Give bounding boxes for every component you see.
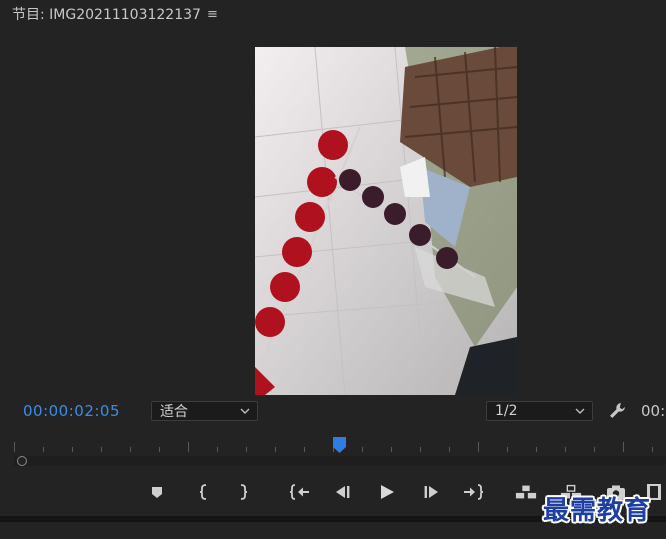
zoom-scroll-handle[interactable]	[17, 456, 27, 466]
program-monitor-video-frame[interactable]	[255, 47, 517, 395]
playhead[interactable]	[332, 436, 348, 454]
step-back-button[interactable]	[332, 483, 354, 501]
mark-out-button[interactable]	[232, 483, 254, 501]
fit-zoom-value: 适合	[160, 404, 188, 420]
duration-timecode: 00:	[641, 402, 666, 420]
go-to-in-icon	[289, 484, 309, 500]
current-timecode[interactable]: 00:00:02:05	[23, 402, 120, 420]
play-button[interactable]	[376, 483, 398, 501]
add-marker-icon	[152, 487, 162, 498]
add-marker-button[interactable]	[146, 483, 168, 501]
zoom-scrollbar[interactable]	[14, 456, 666, 466]
program-monitor-title[interactable]: 节目: IMG20211103122137	[12, 4, 201, 24]
fit-zoom-select[interactable]: 适合	[151, 401, 258, 421]
chevron-down-icon	[240, 408, 250, 414]
panel-header: 节目: IMG20211103122137 ≡	[12, 4, 218, 24]
lift-button[interactable]	[515, 483, 537, 501]
play-icon	[381, 485, 394, 499]
step-back-icon	[336, 486, 350, 498]
go-to-in-button[interactable]	[289, 483, 311, 501]
mark-out-icon	[240, 484, 248, 500]
go-to-out-icon	[464, 484, 484, 500]
lift-icon	[515, 485, 537, 499]
mark-in-icon	[199, 484, 207, 500]
wrench-icon[interactable]	[608, 401, 628, 421]
watermark-logo: 最需教育	[543, 496, 652, 526]
mark-in-button[interactable]	[193, 483, 215, 501]
playback-resolution-value: 1/2	[495, 403, 518, 419]
step-forward-button[interactable]	[420, 483, 442, 501]
playback-resolution-select[interactable]: 1/2	[486, 401, 593, 421]
step-forward-icon	[424, 486, 438, 498]
go-to-out-button[interactable]	[462, 483, 484, 501]
chevron-down-icon	[575, 408, 585, 414]
hamburger-icon[interactable]: ≡	[207, 7, 218, 22]
